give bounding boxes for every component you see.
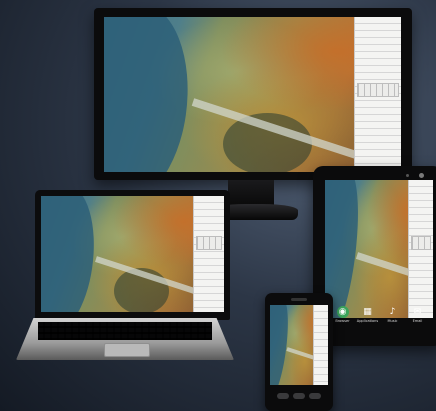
phone-home-key[interactable] (293, 393, 305, 399)
panel-table (196, 236, 222, 250)
globe-icon: ◉ (336, 306, 349, 318)
desktop-monitor (94, 8, 412, 180)
panel-table (411, 236, 431, 250)
monitor-stand-neck (228, 180, 274, 206)
phone-side-panel (313, 305, 328, 385)
tablet-button[interactable] (419, 173, 424, 178)
laptop-map-view[interactable] (41, 196, 224, 312)
map-water (41, 196, 103, 312)
phone-back-key[interactable] (277, 393, 289, 399)
tablet-camera (406, 174, 409, 177)
app-applications[interactable]: ▦ Applications (356, 306, 380, 323)
panel-table (357, 83, 399, 97)
tablet-app-dock: ◉ Browser ▦ Applications ♪ Music ✉ Email (330, 306, 430, 330)
tablet-map-view[interactable] (325, 180, 433, 318)
grid-icon: ▦ (363, 306, 372, 317)
laptop-keyboard (38, 322, 212, 340)
smartphone (265, 293, 333, 411)
map-water (270, 305, 294, 385)
phone-map-view[interactable] (270, 305, 328, 385)
laptop-side-panel (193, 196, 224, 312)
laptop-trackpad (104, 343, 150, 357)
map-water (104, 17, 201, 172)
monitor-side-panel (354, 17, 401, 172)
app-label: Email (412, 319, 423, 323)
app-label: Browser (335, 319, 350, 323)
tablet-side-panel (408, 180, 433, 318)
phone-menu-key[interactable] (309, 393, 321, 399)
app-browser[interactable]: ◉ Browser (331, 306, 355, 323)
app-label: Applications (356, 319, 379, 323)
app-music[interactable]: ♪ Music (381, 306, 405, 323)
monitor-map-view[interactable] (104, 17, 401, 172)
laptop (35, 190, 230, 320)
app-email[interactable]: ✉ Email (406, 306, 430, 323)
app-label: Music (387, 319, 398, 323)
mail-icon: ✉ (413, 306, 422, 317)
phone-speaker (291, 298, 307, 301)
music-icon: ♪ (389, 306, 396, 317)
